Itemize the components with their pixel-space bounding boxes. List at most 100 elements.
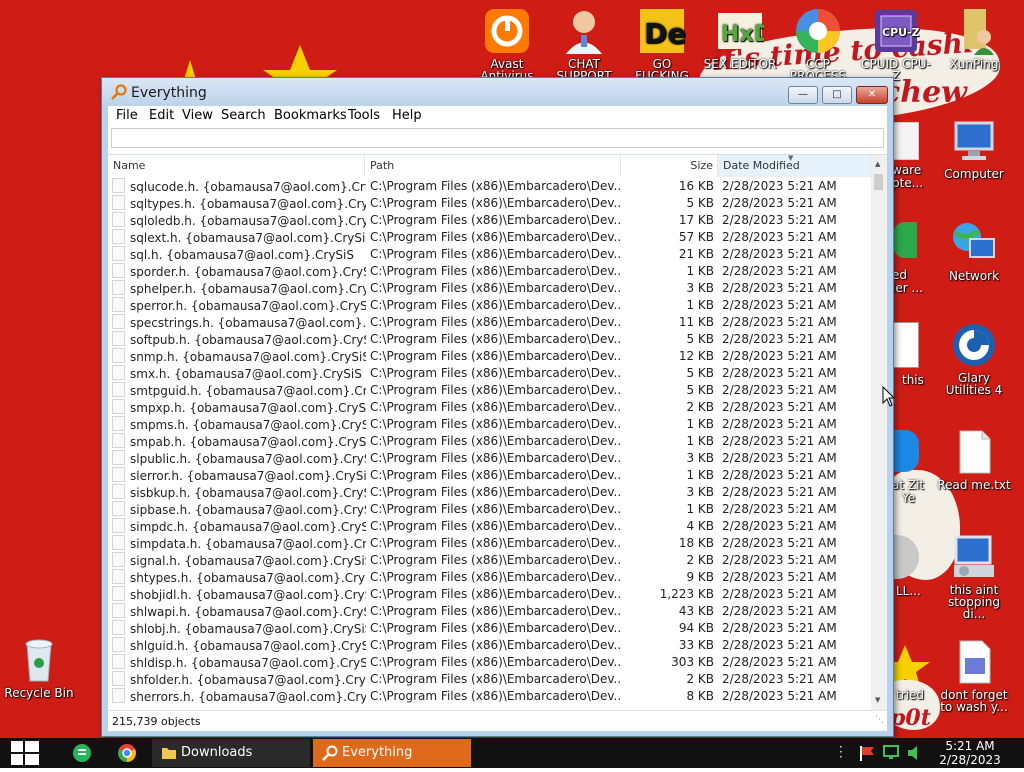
file-name-cell: shlwapi.h. {obamausa7@aol.com}.CrySiS [112,603,366,621]
results-list[interactable]: Name Path Size Date Modified ▼ sqlucode.… [108,154,887,710]
desktop-icon-avast[interactable]: Avast Antivirus [469,7,545,82]
everything-window[interactable]: Everything — □ ✕ File Edit View Search B… [101,77,894,737]
table-row[interactable]: shtypes.h. {obamausa7@aol.com}.CrySiS C:\… [108,569,871,586]
table-row[interactable]: sperror.h. {obamausa7@aol.com}.CrySiS C:\… [108,297,871,314]
table-row[interactable]: shldisp.h. {obamausa7@aol.com}.CrySiS C:\… [108,654,871,671]
scroll-up-arrow-icon[interactable]: ▲ [875,160,880,168]
menu-search[interactable]: Search [221,108,266,123]
desktop-icon-recycle-bin[interactable]: Recycle Bin [1,636,77,699]
desktop-icon-computer[interactable]: Computer [936,117,1012,180]
title-bar[interactable]: Everything — □ ✕ [102,78,893,106]
search-input[interactable] [111,128,884,148]
scrollbar-thumb[interactable] [874,174,883,190]
file-name-cell: simpdata.h. {obamausa7@aol.com}.CrySiS [112,535,366,553]
table-row[interactable]: sphelper.h. {obamausa7@aol.com}.CrySiS C:… [108,280,871,297]
table-row[interactable]: slerror.h. {obamausa7@aol.com}.CrySiS C:\… [108,467,871,484]
menu-help[interactable]: Help [392,108,422,123]
file-size-cell: 5 KB [686,383,714,397]
table-row[interactable]: simpdc.h. {obamausa7@aol.com}.CrySiS C:\P… [108,518,871,535]
menu-bookmarks[interactable]: Bookmarks [274,108,347,123]
menu-edit[interactable]: Edit [149,108,174,123]
minimize-button[interactable]: — [788,86,818,104]
file-path-cell: C:\Program Files (x86)\Embarcadero\Dev..… [370,417,620,431]
volume-icon[interactable] [906,745,924,761]
table-row[interactable]: snmp.h. {obamausa7@aol.com}.CrySiS C:\Pro… [108,348,871,365]
file-date-cell: 2/28/2023 5:21 AM [722,332,837,346]
table-row[interactable]: smpab.h. {obamausa7@aol.com}.CrySiS C:\Pr… [108,433,871,450]
table-row[interactable]: sporder.h. {obamausa7@aol.com}.CrySiS C:\… [108,263,871,280]
desktop-icon-hxd[interactable]: HxD SEX EDITOR [702,7,778,70]
table-row[interactable]: shlguid.h. {obamausa7@aol.com}.CrySiS C:\… [108,637,871,654]
file-icon [112,382,125,397]
desktop-icon-dontforget[interactable]: dont forget to wash y... [936,638,1012,713]
desktop: it's time to cashi chew p0t Avast Antivi… [0,0,1024,738]
table-row[interactable]: smpxp.h. {obamausa7@aol.com}.CrySiS C:\Pr… [108,399,871,416]
desktop-icon-readme[interactable]: Read me.txt [936,428,1012,491]
desktop-icon-ccp[interactable]: CCP PROCESS [780,7,856,82]
column-header-size[interactable]: Size [621,155,718,177]
table-row[interactable]: slpublic.h. {obamausa7@aol.com}.CrySiS C:… [108,450,871,467]
desktop-icon-network[interactable]: Network [936,219,1012,282]
desktop-icon-chat-support[interactable]: CHAT SUPPORT [546,7,622,82]
file-size-cell: 1 KB [686,264,714,278]
vertical-scrollbar[interactable]: ▲ ▼ [871,155,887,710]
partial-icon-label[interactable]: ware [892,164,932,176]
table-row[interactable]: shobjidl.h. {obamausa7@aol.com}.CrySiS C:… [108,586,871,603]
file-icon [112,467,125,482]
column-header-date-modified[interactable]: Date Modified ▼ [718,155,871,177]
table-row[interactable]: sherrors.h. {obamausa7@aol.com}.CrySiS C:… [108,688,871,705]
taskbar-task-everything[interactable]: Everything [313,739,471,767]
flag-icon[interactable] [858,745,876,761]
file-date-cell: 2/28/2023 5:21 AM [722,553,837,567]
partial-icon-label[interactable]: this [902,374,942,386]
table-row[interactable]: sisbkup.h. {obamausa7@aol.com}.CrySiS C:\… [108,484,871,501]
table-row[interactable]: specstrings.h. {obamausa7@aol.com}.Cr...… [108,314,871,331]
file-name-cell: sperror.h. {obamausa7@aol.com}.CrySiS [112,297,366,315]
table-row[interactable]: sipbase.h. {obamausa7@aol.com}.CrySiS C:\… [108,501,871,518]
document-icon [950,638,998,686]
table-row[interactable]: sqloledb.h. {obamausa7@aol.com}.CrySiS C:… [108,212,871,229]
resize-grip-icon[interactable]: ⋱ [875,715,884,725]
maximize-button[interactable]: □ [822,86,852,104]
table-row[interactable]: smx.h. {obamausa7@aol.com}.CrySiS C:\Prog… [108,365,871,382]
desktop-icon-glary[interactable]: Glary Utilities 4 [936,321,1012,396]
partial-icon-label[interactable]: ler ... [892,282,932,294]
partial-icon-label[interactable]: Ye [902,492,942,504]
close-button[interactable]: ✕ [856,86,888,104]
table-row[interactable]: smtpguid.h. {obamausa7@aol.com}.CrySiS C:… [108,382,871,399]
menu-file[interactable]: File [116,108,138,123]
start-button[interactable] [8,738,46,768]
table-row[interactable]: softpub.h. {obamausa7@aol.com}.CrySiS C:\… [108,331,871,348]
desktop-icon-stopping[interactable]: this aint stopping di... [936,533,1012,620]
network-tray-icon[interactable] [882,745,900,761]
partial-icon-label[interactable]: tried [896,689,936,701]
partial-icon-label[interactable]: ed [892,269,932,281]
table-row[interactable]: shlobj.h. {obamausa7@aol.com}.CrySiS C:\P… [108,620,871,637]
table-row[interactable]: shfolder.h. {obamausa7@aol.com}.CrySiS C:… [108,671,871,688]
menu-view[interactable]: View [182,108,213,123]
file-icon [112,637,125,652]
taskbar-task-downloads[interactable]: Downloads [152,739,310,767]
desktop-icon-xunping[interactable]: XunPing [936,7,1012,70]
column-header-name[interactable]: Name [108,155,365,177]
table-row[interactable]: simpdata.h. {obamausa7@aol.com}.CrySiS C:… [108,535,871,552]
taskbar-pinned-chrome[interactable] [114,738,140,768]
table-row[interactable]: sqlucode.h. {obamausa7@aol.com}.CrySiS C:… [108,178,871,195]
clock[interactable]: 5:21 AM 2/28/2023 [930,739,1010,767]
table-row[interactable]: sql.h. {obamausa7@aol.com}.CrySiS C:\Prog… [108,246,871,263]
partial-icon-label[interactable]: pte... [892,177,932,189]
partial-icon-label[interactable]: at Zit [892,479,932,491]
partial-icon-label[interactable]: LL... [896,585,936,597]
tray-overflow-icon[interactable]: · · · [839,741,845,763]
menu-tools[interactable]: Tools [348,108,380,123]
table-row[interactable]: shlwapi.h. {obamausa7@aol.com}.CrySiS C:\… [108,603,871,620]
table-row[interactable]: smpms.h. {obamausa7@aol.com}.CrySiS C:\Pr… [108,416,871,433]
table-row[interactable]: sqlext.h. {obamausa7@aol.com}.CrySiS C:\P… [108,229,871,246]
table-row[interactable]: sqltypes.h. {obamausa7@aol.com}.CrySiS C:… [108,195,871,212]
taskbar-pinned-app[interactable] [70,738,96,768]
column-header-path[interactable]: Path [365,155,621,177]
file-icon [112,620,125,635]
table-row[interactable]: signal.h. {obamausa7@aol.com}.CrySiS C:\P… [108,552,871,569]
desktop-icon-cpuz[interactable]: CPU-Z CPUID CPU-Z [858,7,934,82]
scroll-down-arrow-icon[interactable]: ▼ [875,696,880,704]
